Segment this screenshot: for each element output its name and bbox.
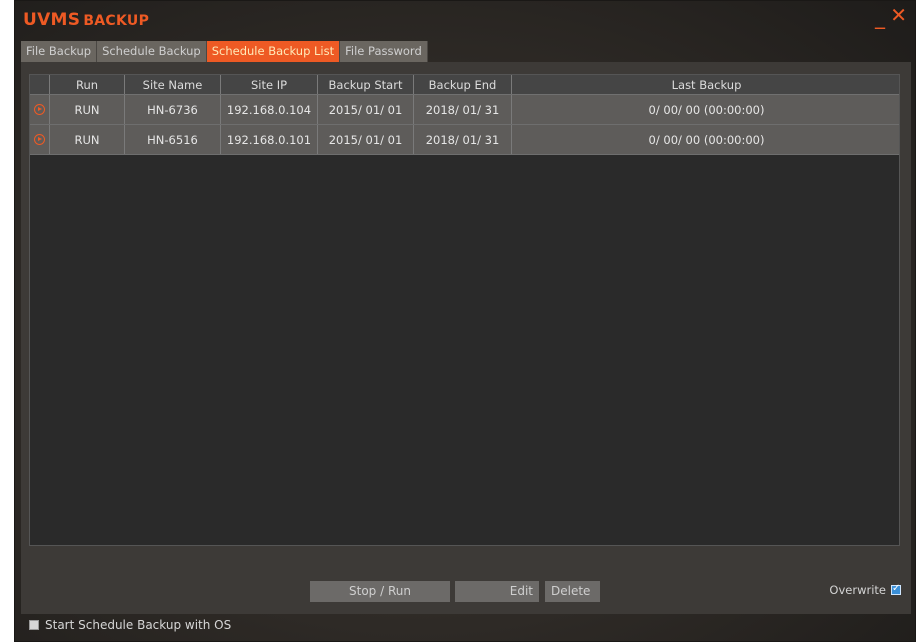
- cell-last-backup: 0/ 00/ 00 (00:00:00): [648, 132, 765, 147]
- overwrite-checkbox[interactable]: [891, 583, 901, 595]
- header-last-backup[interactable]: Last Backup: [512, 75, 899, 94]
- title-bar: UVMS BACKUP _ ✕: [15, 1, 915, 41]
- cell-run: RUN: [50, 95, 125, 124]
- tab-bar: File Backup Schedule Backup Schedule Bac…: [21, 41, 428, 62]
- brand-main: UVMS: [23, 10, 81, 30]
- start-with-os-label: Start Schedule Backup with OS: [45, 618, 232, 632]
- delete-button[interactable]: Delete: [545, 581, 600, 602]
- cell-backup-end: 2018/ 01/ 31: [414, 125, 512, 154]
- tab-file-password[interactable]: File Password: [340, 41, 428, 62]
- cell-site-ip: 192.168.0.104: [221, 95, 318, 124]
- header-run[interactable]: Run: [50, 75, 125, 94]
- row-icon-cell: [30, 95, 50, 124]
- cell-last-backup: 0/ 00/ 00 (00:00:00): [648, 102, 765, 117]
- header-backup-end[interactable]: Backup End: [414, 75, 512, 94]
- header-site-ip[interactable]: Site IP: [221, 75, 318, 94]
- table-row[interactable]: RUN HN-6736 192.168.0.104 2015/ 01/ 01 2…: [30, 95, 899, 125]
- cell-backup-start: 2015/ 01/ 01: [318, 125, 414, 154]
- row-icon-cell: [30, 125, 50, 154]
- table-header: Run Site Name Site IP Backup Start Backu…: [30, 75, 899, 95]
- close-icon[interactable]: ✕: [890, 5, 907, 25]
- start-with-os-option[interactable]: Start Schedule Backup with OS: [29, 618, 231, 632]
- app-logo: UVMS BACKUP: [23, 10, 149, 30]
- cell-site-name: HN-6736: [125, 95, 221, 124]
- table-row[interactable]: RUN HN-6516 192.168.0.101 2015/ 01/ 01 2…: [30, 125, 899, 155]
- minimize-icon[interactable]: _: [875, 7, 885, 27]
- app-window: UVMS BACKUP _ ✕ File Backup Schedule Back…: [14, 0, 916, 642]
- schedule-backup-list-panel: Run Site Name Site IP Backup Start Backu…: [21, 62, 911, 614]
- cell-site-ip: 192.168.0.101: [221, 125, 318, 154]
- header-backup-start[interactable]: Backup Start: [318, 75, 414, 94]
- cell-backup-start: 2015/ 01/ 01: [318, 95, 414, 124]
- brand-sub: BACKUP: [83, 13, 150, 29]
- cell-backup-end: 2018/ 01/ 31: [414, 95, 512, 124]
- run-circle-icon[interactable]: [34, 104, 45, 115]
- run-circle-icon[interactable]: [34, 134, 45, 145]
- cell-run: RUN: [50, 125, 125, 154]
- header-site-name[interactable]: Site Name: [125, 75, 221, 94]
- header-icon-cell: [30, 75, 50, 94]
- overwrite-option[interactable]: Overwrite: [829, 583, 901, 597]
- overwrite-label: Overwrite: [829, 583, 886, 597]
- cell-site-name: HN-6516: [125, 125, 221, 154]
- schedule-table[interactable]: Run Site Name Site IP Backup Start Backu…: [29, 74, 900, 546]
- start-with-os-checkbox[interactable]: [29, 620, 39, 630]
- tab-file-backup[interactable]: File Backup: [21, 41, 98, 62]
- edit-button[interactable]: Edit: [455, 581, 539, 602]
- tab-schedule-backup-list[interactable]: Schedule Backup List: [206, 41, 341, 62]
- tab-schedule-backup[interactable]: Schedule Backup: [97, 41, 207, 62]
- stop-run-button[interactable]: Stop / Run: [310, 581, 450, 602]
